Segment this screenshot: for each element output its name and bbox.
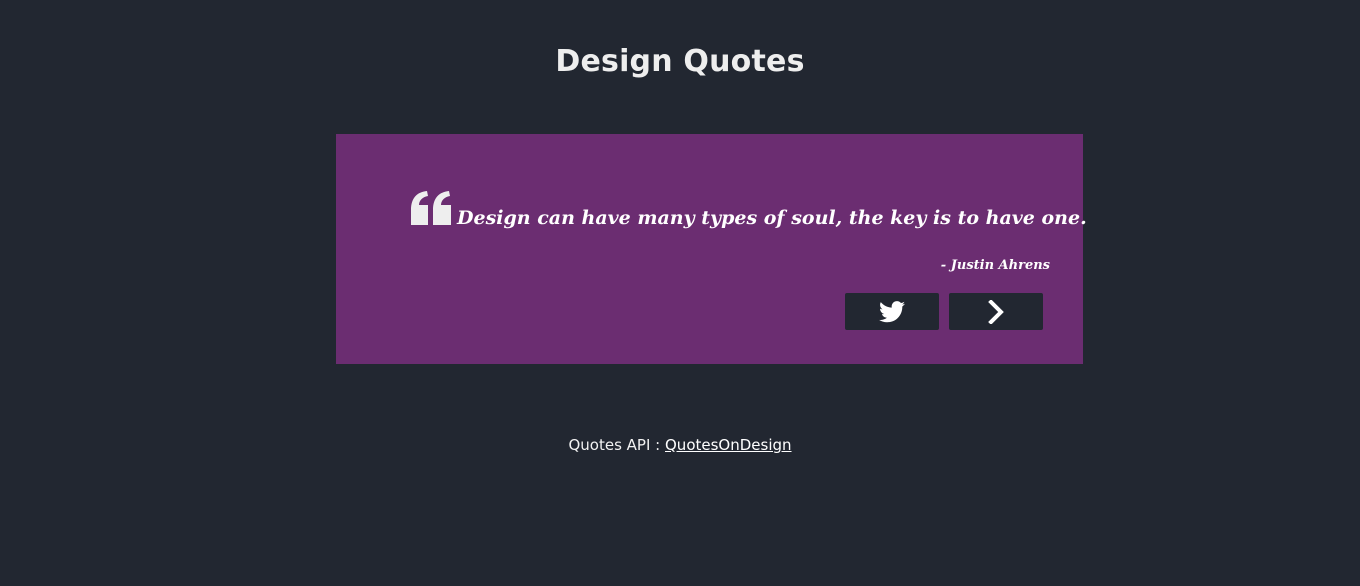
quote-author: - Justin Ahrens: [940, 258, 1050, 273]
footer-label: Quotes API :: [568, 436, 661, 454]
quote-text: Design can have many types of soul, the …: [457, 207, 1087, 229]
footer: Quotes API : QuotesOnDesign: [0, 435, 1360, 455]
chevron-right-icon: [986, 299, 1006, 324]
page-title: Design Quotes: [555, 44, 805, 80]
quotesondesign-link[interactable]: QuotesOnDesign: [665, 436, 792, 454]
tweet-button[interactable]: [845, 293, 939, 330]
quote-left-icon: [409, 190, 453, 226]
next-quote-button[interactable]: [949, 293, 1043, 330]
twitter-icon: [879, 300, 905, 323]
quote-card: Design can have many types of soul, the …: [336, 134, 1087, 364]
